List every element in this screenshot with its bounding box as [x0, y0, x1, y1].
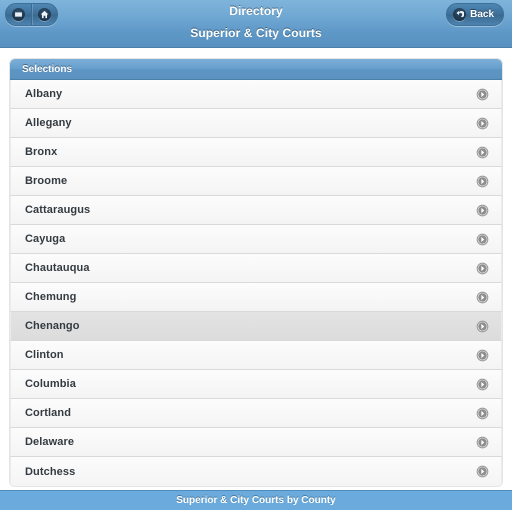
chevron-right-circle-icon[interactable]: [476, 262, 489, 275]
list-item[interactable]: Bronx: [10, 138, 502, 167]
list-item-label: Bronx: [25, 146, 58, 158]
chevron-right-circle-icon[interactable]: [476, 291, 489, 304]
chevron-right-circle-icon[interactable]: [476, 407, 489, 420]
chevron-right-circle-icon[interactable]: [476, 320, 489, 333]
chevron-right-circle-icon[interactable]: [476, 436, 489, 449]
header-title-block: Directory Superior & City Courts: [0, 0, 512, 41]
list-section-header-label: Selections: [22, 63, 73, 75]
list-item-label: Chemung: [25, 291, 77, 303]
footer-label: Superior & City Courts by County: [176, 495, 336, 506]
list-section-header: Selections: [10, 59, 502, 80]
chevron-right-circle-icon[interactable]: [476, 117, 489, 130]
list-item-label: Albany: [25, 88, 63, 100]
back-button[interactable]: Back: [446, 3, 504, 26]
list-item-label: Cayuga: [25, 233, 66, 245]
chevron-right-circle-icon[interactable]: [476, 88, 489, 101]
selections-list-panel: Selections Albany Allegany Bronx Broome Catt…: [10, 59, 502, 486]
list-item[interactable]: Columbia: [10, 370, 502, 399]
chevron-right-circle-icon[interactable]: [476, 233, 489, 246]
page-subtitle: Superior & City Courts: [190, 26, 322, 40]
list-item[interactable]: Cortland: [10, 399, 502, 428]
list-item-label: Columbia: [25, 378, 76, 390]
list-item[interactable]: Delaware: [10, 428, 502, 457]
chevron-right-circle-icon[interactable]: [476, 465, 489, 478]
page-title: Directory: [229, 4, 283, 18]
list-item[interactable]: Allegany: [10, 109, 502, 138]
list-item-label: Allegany: [25, 117, 72, 129]
chevron-right-circle-icon[interactable]: [476, 204, 489, 217]
list-item-label: Clinton: [25, 349, 64, 361]
chevron-right-circle-icon[interactable]: [476, 146, 489, 159]
list-item[interactable]: Broome: [10, 167, 502, 196]
list-item-label: Chautauqua: [25, 262, 90, 274]
list-item[interactable]: Cattaraugus: [10, 196, 502, 225]
list-item[interactable]: Cayuga: [10, 225, 502, 254]
list-item-label: Chenango: [25, 320, 80, 332]
app-footer: Superior & City Courts by County: [0, 490, 512, 510]
chevron-right-circle-icon[interactable]: [476, 349, 489, 362]
list-item-label: Delaware: [25, 436, 75, 448]
list-item[interactable]: Chautauqua: [10, 254, 502, 283]
list-item[interactable]: Chenango: [10, 312, 502, 341]
list-item-label: Cattaraugus: [25, 204, 91, 216]
list-item-label: Broome: [25, 175, 68, 187]
list-item[interactable]: Albany: [10, 80, 502, 109]
county-list: Albany Allegany Bronx Broome Cattaraugus Cayu…: [10, 80, 502, 486]
list-item-label: Dutchess: [25, 465, 76, 478]
back-arrow-icon: [453, 8, 467, 21]
list-item[interactable]: Dutchess: [10, 457, 502, 486]
chevron-right-circle-icon[interactable]: [476, 378, 489, 391]
back-button-label: Back: [470, 9, 494, 20]
chevron-right-circle-icon[interactable]: [476, 175, 489, 188]
app-header: Directory Superior & City Courts Back: [0, 0, 512, 48]
list-item[interactable]: Clinton: [10, 341, 502, 370]
list-item-label: Cortland: [25, 407, 72, 419]
list-item[interactable]: Chemung: [10, 283, 502, 312]
